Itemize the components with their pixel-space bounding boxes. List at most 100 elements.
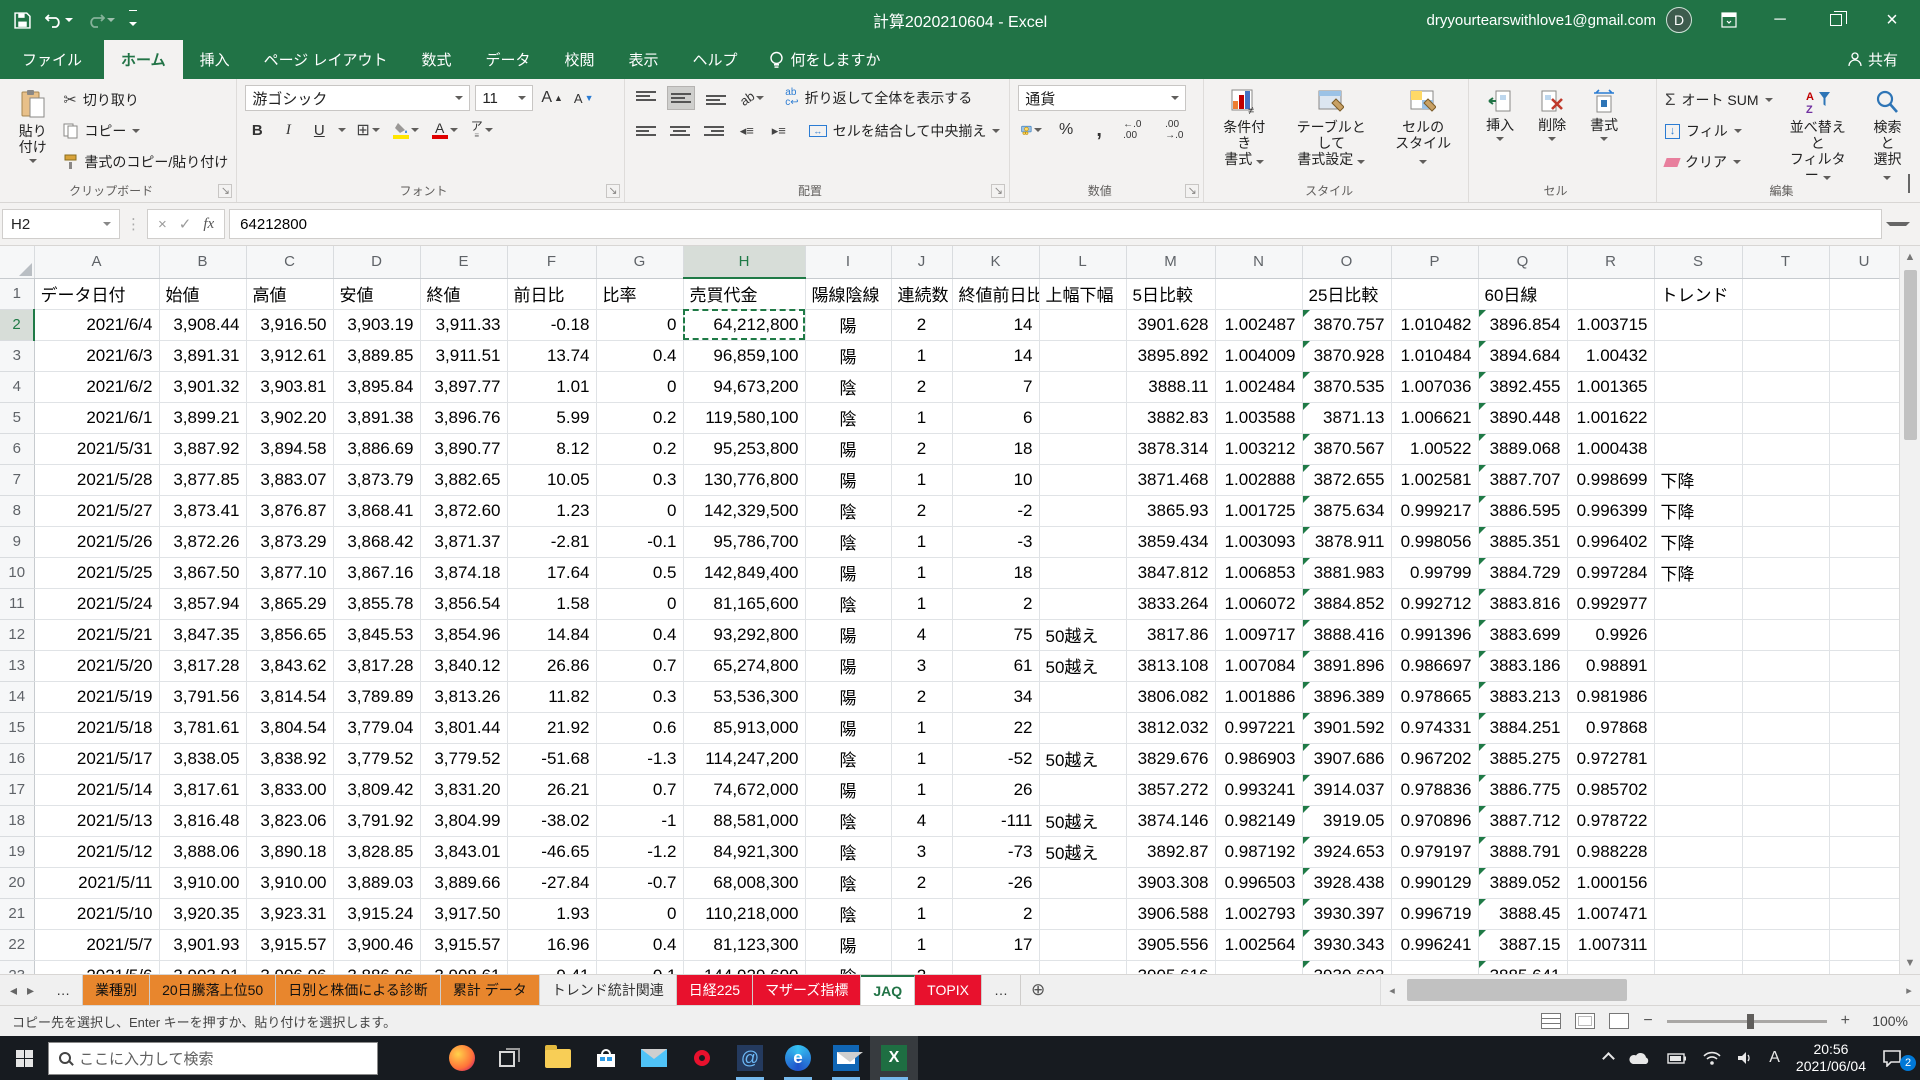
column-header-B[interactable]: B (159, 246, 246, 278)
cell-Q6[interactable]: 3889.068 (1478, 433, 1567, 464)
cell-N5[interactable]: 1.003588 (1215, 402, 1302, 433)
cell-M12[interactable]: 3817.86 (1126, 619, 1215, 650)
hidden-icons-chevron[interactable] (1604, 1054, 1613, 1063)
cell-styles-button[interactable]: セルのスタイル (1386, 85, 1460, 171)
cell-G2[interactable]: 0 (596, 309, 683, 340)
taskbar-app-taskview[interactable] (486, 1036, 534, 1080)
cell-L5[interactable] (1039, 402, 1126, 433)
cell-C18[interactable]: 3,823.06 (246, 805, 333, 836)
cell-M22[interactable]: 3905.556 (1126, 929, 1215, 960)
cell-E19[interactable]: 3,843.01 (420, 836, 507, 867)
cell-K2[interactable]: 14 (952, 309, 1039, 340)
cell-J19[interactable]: 3 (891, 836, 952, 867)
close-button[interactable]: × (1864, 0, 1920, 40)
cell-U11[interactable] (1829, 588, 1899, 619)
cell-D8[interactable]: 3,868.41 (333, 495, 420, 526)
cell-K4[interactable]: 7 (952, 371, 1039, 402)
cell-L10[interactable] (1039, 557, 1126, 588)
cell-M11[interactable]: 3833.264 (1126, 588, 1215, 619)
cell-E17[interactable]: 3,831.20 (420, 774, 507, 805)
cell-N10[interactable]: 1.006853 (1215, 557, 1302, 588)
cell-U5[interactable] (1829, 402, 1899, 433)
cell-M17[interactable]: 3857.272 (1126, 774, 1215, 805)
cell-M7[interactable]: 3871.468 (1126, 464, 1215, 495)
cell-L8[interactable] (1039, 495, 1126, 526)
cell-P14[interactable]: 0.978665 (1391, 681, 1478, 712)
cell-F4[interactable]: 1.01 (507, 371, 596, 402)
cell-Q20[interactable]: 3889.052 (1478, 867, 1567, 898)
cell-R6[interactable]: 1.000438 (1567, 433, 1654, 464)
cell-B9[interactable]: 3,872.26 (159, 526, 246, 557)
cell-R7[interactable]: 0.998699 (1567, 464, 1654, 495)
cell-S8[interactable]: 下降 (1654, 495, 1742, 526)
cell-U18[interactable] (1829, 805, 1899, 836)
cell-T22[interactable] (1742, 929, 1829, 960)
cell-O10[interactable]: 3881.983 (1302, 557, 1391, 588)
align-right-button[interactable] (701, 119, 727, 143)
scroll-right-button[interactable]: ▸ (1898, 984, 1920, 997)
cell-H8[interactable]: 142,329,500 (683, 495, 805, 526)
cell-E12[interactable]: 3,854.96 (420, 619, 507, 650)
cell-A21[interactable]: 2021/5/10 (34, 898, 159, 929)
cell-M1[interactable]: 5日比較 (1126, 278, 1215, 309)
cell-O20[interactable]: 3928.438 (1302, 867, 1391, 898)
cell-G19[interactable]: -1.2 (596, 836, 683, 867)
format-cells-button[interactable]: 書式 (1581, 85, 1627, 145)
cell-M21[interactable]: 3906.588 (1126, 898, 1215, 929)
cell-I6[interactable]: 陽 (805, 433, 891, 464)
volume-icon[interactable] (1737, 1051, 1753, 1065)
cell-E1[interactable]: 終値 (420, 278, 507, 309)
cell-I19[interactable]: 陰 (805, 836, 891, 867)
cell-G23[interactable]: 0.1 (596, 960, 683, 974)
cell-K8[interactable]: -2 (952, 495, 1039, 526)
cell-D9[interactable]: 3,868.42 (333, 526, 420, 557)
cell-Q4[interactable]: 3892.455 (1478, 371, 1567, 402)
cell-S13[interactable] (1654, 650, 1742, 681)
cell-M10[interactable]: 3847.812 (1126, 557, 1215, 588)
cell-D6[interactable]: 3,886.69 (333, 433, 420, 464)
cell-P4[interactable]: 1.007036 (1391, 371, 1478, 402)
row-header-6[interactable]: 6 (0, 433, 34, 464)
sheet-tab-JAQ[interactable]: JAQ (861, 975, 915, 1005)
cell-P8[interactable]: 0.999217 (1391, 495, 1478, 526)
taskbar-app-opera[interactable] (678, 1036, 726, 1080)
cell-H15[interactable]: 85,913,000 (683, 712, 805, 743)
vertical-scroll-thumb[interactable] (1904, 270, 1917, 440)
cell-E7[interactable]: 3,882.65 (420, 464, 507, 495)
cell-T1[interactable] (1742, 278, 1829, 309)
cell-Q7[interactable]: 3887.707 (1478, 464, 1567, 495)
cell-K9[interactable]: -3 (952, 526, 1039, 557)
cell-G10[interactable]: 0.5 (596, 557, 683, 588)
copy-button[interactable]: コピー (63, 118, 228, 144)
cell-N12[interactable]: 1.009717 (1215, 619, 1302, 650)
cell-Q12[interactable]: 3883.699 (1478, 619, 1567, 650)
cell-M23[interactable]: 3905.616 (1126, 960, 1215, 974)
cell-C6[interactable]: 3,894.58 (246, 433, 333, 464)
cell-F6[interactable]: 8.12 (507, 433, 596, 464)
cell-I12[interactable]: 陽 (805, 619, 891, 650)
cell-D13[interactable]: 3,817.28 (333, 650, 420, 681)
normal-view-button[interactable] (1541, 1013, 1561, 1029)
cell-D20[interactable]: 3,889.03 (333, 867, 420, 898)
cell-C17[interactable]: 3,833.00 (246, 774, 333, 805)
share-button[interactable]: 共有 (1826, 40, 1920, 79)
cell-Q10[interactable]: 3884.729 (1478, 557, 1567, 588)
cell-Q9[interactable]: 3885.351 (1478, 526, 1567, 557)
cell-H12[interactable]: 93,292,800 (683, 619, 805, 650)
cell-R12[interactable]: 0.9926 (1567, 619, 1654, 650)
formula-input[interactable]: 64212800 (229, 209, 1882, 239)
cell-G14[interactable]: 0.3 (596, 681, 683, 712)
tab-校閲[interactable]: 校閲 (548, 40, 612, 79)
horizontal-scrollbar[interactable]: ◂ ▸ (1380, 975, 1920, 1005)
wrap-text-button[interactable]: abc↩ 折り返して全体を表示する (785, 85, 972, 111)
cell-N18[interactable]: 0.982149 (1215, 805, 1302, 836)
cell-L20[interactable] (1039, 867, 1126, 898)
cell-F21[interactable]: 1.93 (507, 898, 596, 929)
cell-G6[interactable]: 0.2 (596, 433, 683, 464)
cell-N4[interactable]: 1.002484 (1215, 371, 1302, 402)
cell-F18[interactable]: -38.02 (507, 805, 596, 836)
cell-N20[interactable]: 0.996503 (1215, 867, 1302, 898)
cell-M2[interactable]: 3901.628 (1126, 309, 1215, 340)
scroll-left-button[interactable]: ◂ (1381, 984, 1403, 997)
cell-P18[interactable]: 0.970896 (1391, 805, 1478, 836)
